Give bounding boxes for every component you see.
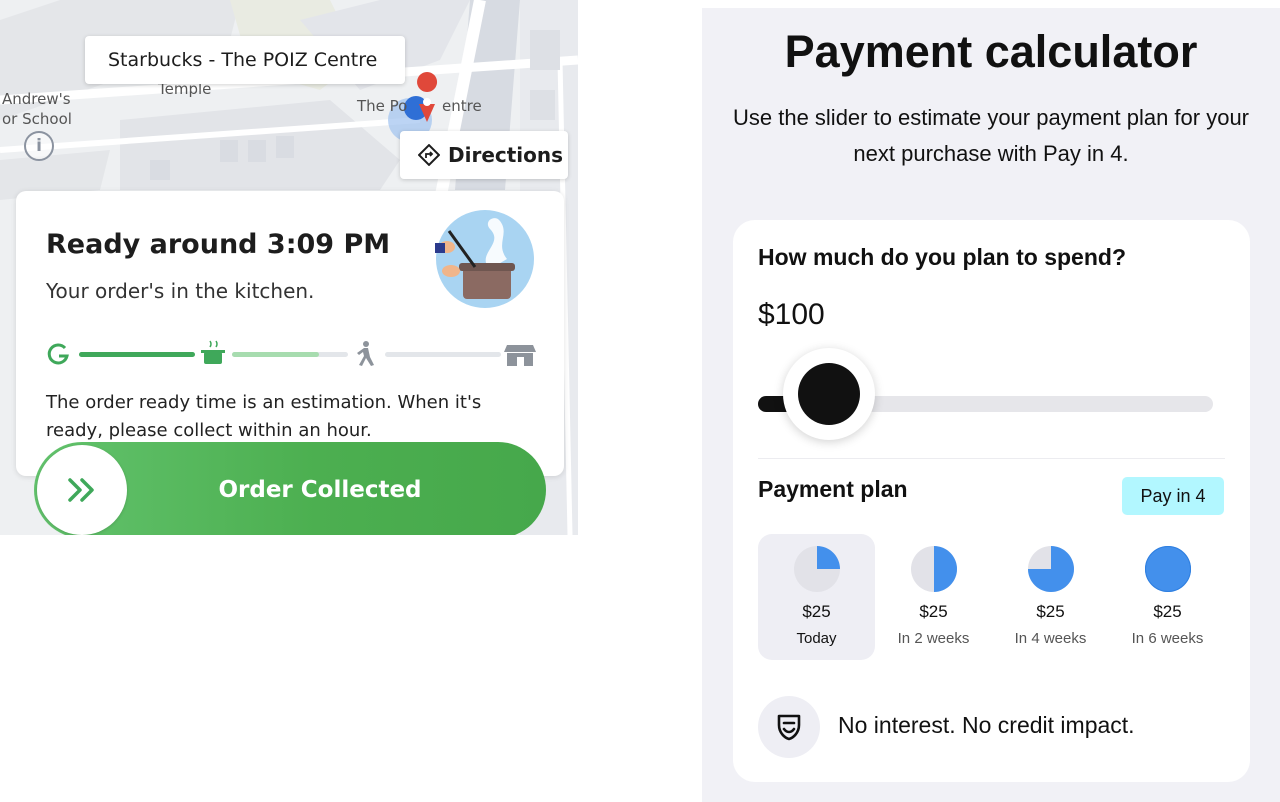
- store-label: Starbucks - The POIZ Centre: [85, 36, 405, 84]
- installment-item[interactable]: $25 In 6 weeks: [1109, 534, 1226, 660]
- order-collected-slider[interactable]: Order Collected: [34, 442, 546, 535]
- ready-time-title: Ready around 3:09 PM: [46, 229, 391, 260]
- pay-in-4-badge: Pay in 4: [1122, 477, 1224, 515]
- installment-pie-icon: [1145, 546, 1191, 592]
- directions-button[interactable]: Directions: [400, 131, 568, 179]
- divider: [758, 458, 1225, 459]
- installment-amount: $25: [802, 602, 831, 621]
- map-label-school: or School: [2, 110, 72, 128]
- installment-list: $25 Today $25 In 2 weeks $25 In 4 weeks …: [758, 534, 1226, 660]
- slide-handle[interactable]: [37, 445, 127, 535]
- installment-amount: $25: [919, 602, 948, 621]
- calculator-card: How much do you plan to spend? $100 Paym…: [733, 220, 1250, 782]
- grab-order-screen: Andrew's or School Temple The Po entre i…: [0, 0, 578, 535]
- progress-segment-2: [232, 352, 319, 357]
- installment-item[interactable]: $25 In 2 weeks: [875, 534, 992, 660]
- page-description: Use the slider to estimate your payment …: [732, 105, 1250, 166]
- spend-question: How much do you plan to spend?: [758, 244, 1126, 270]
- directions-icon: [418, 144, 440, 166]
- installment-pie-icon: [794, 546, 840, 592]
- installment-date: In 2 weeks: [897, 630, 970, 647]
- pie-slice: [934, 546, 957, 592]
- installment-item[interactable]: $25 Today: [758, 534, 875, 660]
- spend-slider-thumb[interactable]: [782, 348, 875, 440]
- info-icon[interactable]: i: [24, 131, 54, 161]
- shield-icon: [758, 696, 820, 758]
- installment-pie-icon: [911, 546, 957, 592]
- progress-segment-1: [79, 352, 195, 357]
- slider-thumb-dot: [797, 363, 860, 425]
- installment-pie-icon: [1028, 546, 1074, 592]
- installment-amount: $25: [1153, 602, 1182, 621]
- installment-date: In 6 weeks: [1131, 630, 1204, 647]
- double-chevron-right-icon: [68, 478, 94, 502]
- walking-person-icon: [357, 341, 374, 366]
- no-interest-text: No interest. No credit impact.: [838, 712, 1135, 738]
- directions-label: Directions: [448, 143, 564, 167]
- cooking-pot-icon: [201, 340, 225, 364]
- store-icon: [504, 345, 536, 366]
- order-status-card: Ready around 3:09 PM Your order's in the…: [16, 191, 564, 476]
- pie-slice: [817, 546, 840, 569]
- map-label-andrews: Andrew's: [2, 90, 71, 108]
- order-status-subtitle: Your order's in the kitchen.: [46, 279, 315, 303]
- ready-time-note: The order ready time is an estimation. W…: [46, 392, 482, 441]
- map-label-poiz: The Po: [357, 97, 408, 115]
- grab-logo-icon: [47, 343, 69, 365]
- cooking-illustration: [435, 210, 534, 308]
- installment-item[interactable]: $25 In 4 weeks: [992, 534, 1109, 660]
- installment-amount: $25: [1036, 602, 1065, 621]
- payment-calculator-panel: Payment calculator Use the slider to est…: [702, 8, 1280, 802]
- installment-date: Today: [796, 630, 837, 647]
- map-label-centre: entre: [442, 97, 482, 115]
- payment-plan-label: Payment plan: [758, 476, 908, 502]
- page-title: Payment calculator: [784, 26, 1198, 77]
- spend-amount: $100: [758, 298, 825, 331]
- installment-date: In 4 weeks: [1014, 630, 1087, 647]
- order-progress-bar: [47, 340, 536, 366]
